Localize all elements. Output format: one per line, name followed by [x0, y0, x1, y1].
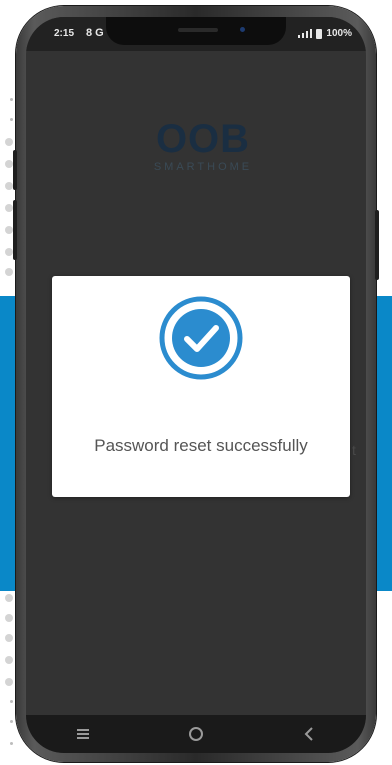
camera-notch: [106, 17, 286, 45]
navigation-bar: [26, 715, 366, 753]
app-logo: OOB SMARTHOME: [138, 119, 268, 173]
background-text-fragment: t: [352, 442, 356, 458]
status-icons-left: 8G: [86, 27, 107, 39]
logo-sub-text: SMARTHOME: [153, 161, 253, 173]
status-icons-right: 100%: [298, 28, 352, 39]
home-button[interactable]: [176, 719, 216, 749]
front-camera-icon: [240, 27, 245, 32]
phone-side-button: [13, 200, 17, 260]
page-background: 2:15 8G 100% OOB SMARTHOME t Password re…: [0, 0, 392, 765]
status-time: 2:15: [54, 28, 75, 39]
home-icon: [188, 727, 203, 741]
speaker-grille: [178, 28, 218, 32]
success-dialog[interactable]: Password reset successfully: [52, 276, 350, 497]
recents-button[interactable]: [63, 719, 103, 749]
sync-icon: G: [95, 27, 107, 39]
status-bar: 2:15 8G 100%: [26, 17, 366, 51]
recents-icon: [76, 729, 89, 739]
back-icon: [304, 727, 314, 741]
logo-main-text: OOB: [155, 117, 251, 161]
battery-percent: 100%: [326, 28, 352, 39]
notification-icon: 8: [86, 27, 96, 39]
phone-side-button: [13, 150, 17, 190]
back-button[interactable]: [289, 719, 329, 749]
battery-icon: [316, 28, 323, 39]
phone-side-button: [375, 210, 379, 280]
success-message: Password reset successfully: [94, 436, 308, 455]
check-circle-icon: [159, 296, 243, 380]
signal-icon: [298, 29, 313, 38]
